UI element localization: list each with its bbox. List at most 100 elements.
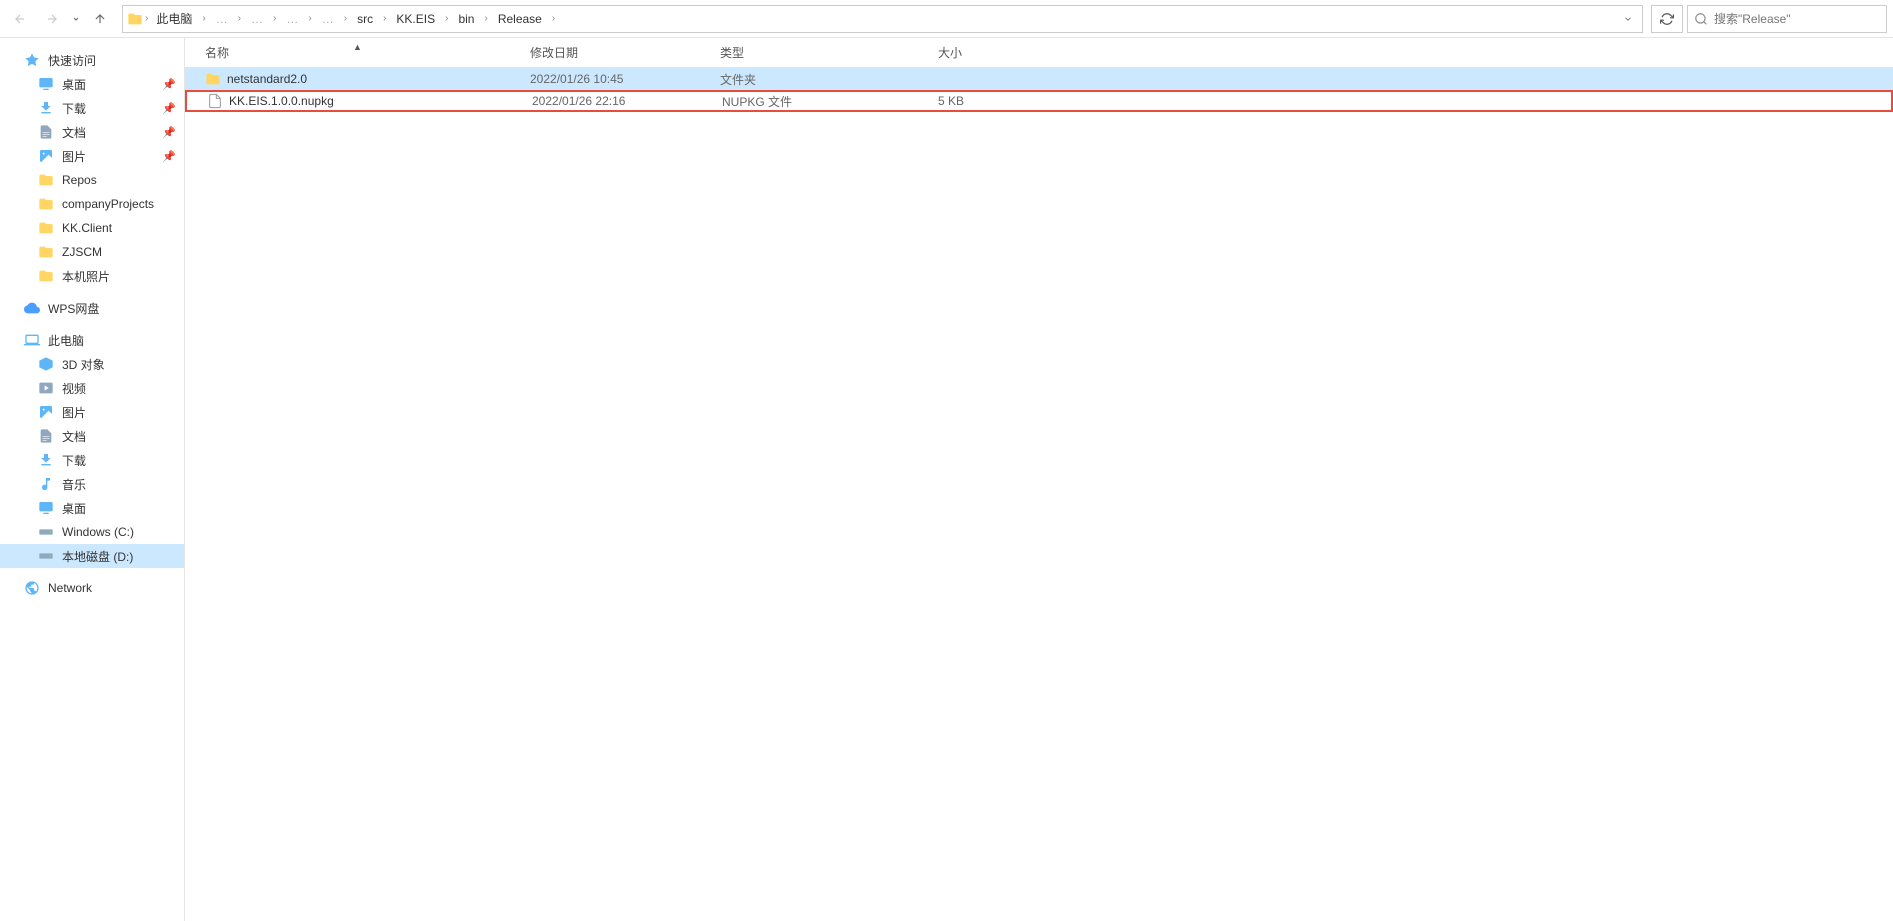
column-label: 名称: [205, 46, 229, 60]
chevron-right-icon: ›: [273, 13, 276, 24]
sidebar-item[interactable]: 桌面 📌: [0, 72, 184, 96]
sidebar-item[interactable]: Repos: [0, 168, 184, 192]
document-icon: [38, 124, 54, 140]
breadcrumb-item[interactable]: bin: [452, 8, 480, 30]
chevron-right-icon: ›: [202, 13, 205, 24]
breadcrumb: 此电脑 › … › … › … › … › src › KK.EIS › bin…: [150, 6, 1616, 31]
pin-icon: 📌: [162, 102, 176, 115]
folder-icon: [205, 71, 221, 87]
column-header-name[interactable]: ▲ 名称: [185, 44, 530, 61]
sidebar-item-label: ZJSCM: [62, 245, 102, 259]
sidebar-item[interactable]: 下载: [0, 448, 184, 472]
file-name: KK.EIS.1.0.0.nupkg: [229, 94, 334, 108]
nav-forward-button[interactable]: [38, 5, 66, 33]
breadcrumb-item[interactable]: KK.EIS: [390, 8, 441, 30]
address-dropdown-button[interactable]: [1618, 6, 1638, 32]
search-input[interactable]: [1714, 12, 1880, 26]
sidebar-item[interactable]: KK.Client: [0, 216, 184, 240]
sidebar-item[interactable]: 文档: [0, 424, 184, 448]
file-date: 2022/01/26 22:16: [532, 94, 722, 108]
sidebar-item-label: 音乐: [62, 476, 86, 493]
sidebar-item[interactable]: 图片📌: [0, 144, 184, 168]
file-type: NUPKG 文件: [722, 93, 879, 110]
drive-icon: [38, 548, 54, 564]
file-name: netstandard2.0: [227, 72, 307, 86]
search-box[interactable]: [1687, 5, 1887, 33]
sidebar-item-label: 视频: [62, 380, 86, 397]
sidebar-item-label: KK.Client: [62, 221, 112, 235]
breadcrumb-item[interactable]: src: [351, 8, 379, 30]
navigation-sidebar: 快速访问 桌面 📌 下载 📌 文档📌图片📌 Repos companyProjects KK.…: [0, 38, 185, 921]
sidebar-item-label: 文档: [62, 124, 86, 141]
sidebar-wps[interactable]: WPS网盘: [0, 296, 184, 320]
breadcrumb-item[interactable]: …: [316, 8, 340, 30]
sidebar-item-label: 下载: [62, 452, 86, 469]
drive-icon: [38, 524, 54, 540]
chevron-right-icon: ›: [484, 13, 487, 24]
breadcrumb-item[interactable]: …: [280, 8, 304, 30]
sidebar-item[interactable]: Windows (C:): [0, 520, 184, 544]
nav-history-dropdown[interactable]: [70, 5, 82, 33]
breadcrumb-item[interactable]: …: [210, 8, 234, 30]
video-icon: [38, 380, 54, 396]
folder-icon: [38, 196, 54, 212]
document-icon: [38, 428, 54, 444]
nav-up-button[interactable]: [86, 5, 114, 33]
desktop-icon: [38, 500, 54, 516]
nav-back-button[interactable]: [6, 5, 34, 33]
column-header-size[interactable]: 大小: [877, 44, 972, 61]
sidebar-item[interactable]: 图片: [0, 400, 184, 424]
chevron-right-icon: ›: [238, 13, 241, 24]
sidebar-quick-access[interactable]: 快速访问: [0, 48, 184, 72]
sidebar-label: Network: [48, 581, 92, 595]
folder-icon: [38, 244, 54, 260]
download-icon: [38, 452, 54, 468]
star-icon: [24, 52, 40, 68]
sidebar-item[interactable]: ZJSCM: [0, 240, 184, 264]
column-header-type[interactable]: 类型: [720, 44, 877, 61]
sidebar-item[interactable]: 视频: [0, 376, 184, 400]
sidebar-item-label: 本机照片: [62, 268, 110, 285]
computer-icon: [24, 332, 40, 348]
cloud-icon: [24, 300, 40, 316]
breadcrumb-item[interactable]: …: [245, 8, 269, 30]
sidebar-item-label: 3D 对象: [62, 356, 105, 373]
desktop-icon: [38, 76, 54, 92]
refresh-button[interactable]: [1651, 5, 1683, 33]
sidebar-item-label: Repos: [62, 173, 97, 187]
file-row[interactable]: netstandard2.02022/01/26 10:45文件夹: [185, 68, 1893, 90]
sidebar-item-label: 下载: [62, 100, 86, 117]
chevron-right-icon: ›: [552, 13, 555, 24]
sidebar-item[interactable]: 本地磁盘 (D:): [0, 544, 184, 568]
chevron-right-icon: ›: [445, 13, 448, 24]
file-list: netstandard2.02022/01/26 10:45文件夹KK.EIS.…: [185, 68, 1893, 921]
sidebar-item[interactable]: 3D 对象: [0, 352, 184, 376]
sidebar-item-label: 文档: [62, 428, 86, 445]
music-icon: [38, 476, 54, 492]
file-type: 文件夹: [720, 71, 877, 88]
sidebar-item[interactable]: 下载 📌: [0, 96, 184, 120]
pin-icon: 📌: [162, 78, 176, 91]
search-icon: [1694, 12, 1708, 26]
column-header-date[interactable]: 修改日期: [530, 44, 720, 61]
breadcrumb-item[interactable]: Release: [492, 8, 548, 30]
folder-icon: [38, 172, 54, 188]
sidebar-item[interactable]: 本机照片: [0, 264, 184, 288]
folder-icon: [38, 268, 54, 284]
address-bar[interactable]: › 此电脑 › … › … › … › … › src › KK.EIS › b…: [122, 5, 1643, 33]
folder-icon: [127, 11, 143, 27]
sidebar-item[interactable]: 音乐: [0, 472, 184, 496]
main-area: 快速访问 桌面 📌 下载 📌 文档📌图片📌 Repos companyProjects KK.…: [0, 38, 1893, 921]
sidebar-item[interactable]: companyProjects: [0, 192, 184, 216]
sidebar-item[interactable]: 桌面: [0, 496, 184, 520]
sidebar-network[interactable]: Network: [0, 576, 184, 600]
file-row[interactable]: KK.EIS.1.0.0.nupkg 2022/01/26 22:16NUPKG …: [185, 90, 1893, 112]
columns-header: ▲ 名称 修改日期 类型 大小: [185, 38, 1893, 68]
sidebar-label: 此电脑: [48, 332, 84, 349]
sidebar-item[interactable]: 文档📌: [0, 120, 184, 144]
breadcrumb-item[interactable]: 此电脑: [150, 6, 198, 31]
sidebar-item-label: 桌面: [62, 76, 86, 93]
sidebar-this-pc[interactable]: 此电脑: [0, 328, 184, 352]
3d-icon: [38, 356, 54, 372]
folder-icon: [38, 220, 54, 236]
